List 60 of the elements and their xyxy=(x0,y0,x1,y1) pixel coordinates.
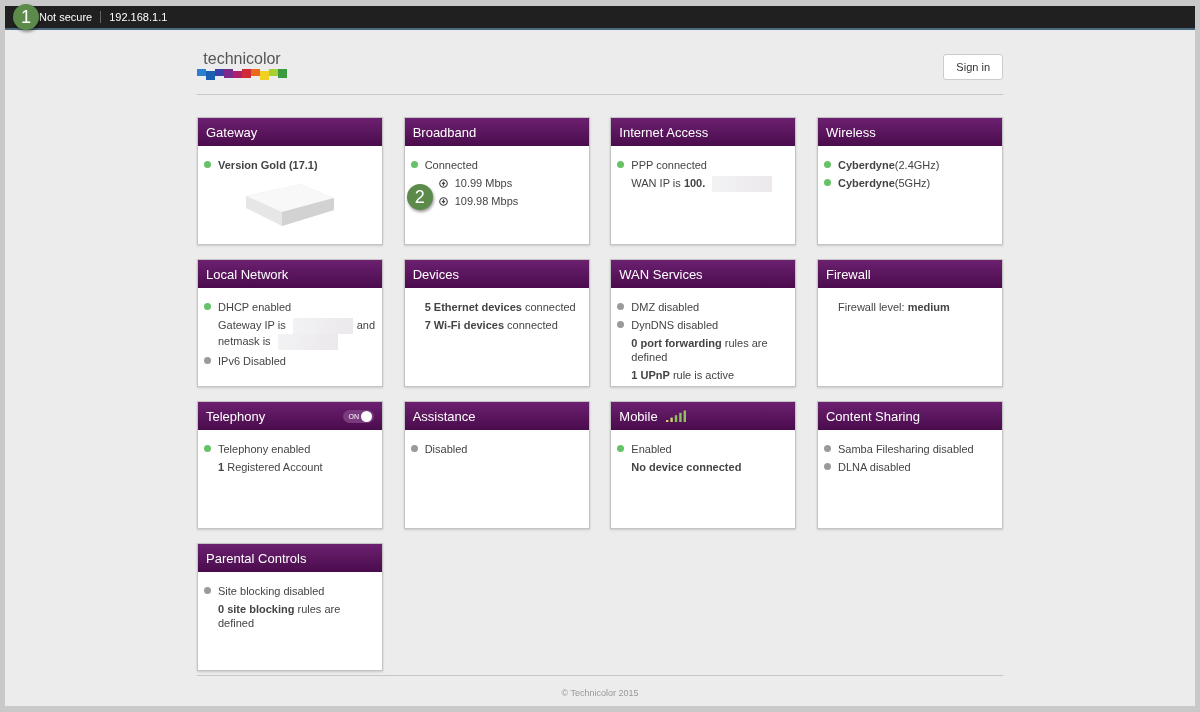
status-card[interactable]: Content Sharing Samba Filesharing disabled DLNA disabled xyxy=(816,401,1003,529)
status-card[interactable]: Assistance Disabled xyxy=(403,401,590,529)
status-card[interactable]: Internet Access PPP connected WAN IP is 100. xyxy=(610,117,797,245)
download-arrow-icon xyxy=(438,197,448,206)
status-card[interactable]: WAN Services DMZ disabled DynDNS disabled 0 port forwarding rules are defined 1 UPnP rule is active xyxy=(610,259,797,387)
status-text: IPv6 Disabled xyxy=(218,354,287,369)
card-header: Firewall xyxy=(817,260,1002,288)
info-text: 1 Registered Account xyxy=(218,460,324,474)
status-card[interactable]: Wireless Cyberdyne(2.4GHz) Cyberdyne(5GHz) xyxy=(816,117,1003,245)
status-text: Samba Filesharing disabled xyxy=(837,442,975,456)
speed-text: 109.98 Mbps xyxy=(454,194,520,208)
status-text: DynDNS disabled xyxy=(631,318,720,332)
info-text: 0 port forwarding rules are defined xyxy=(631,336,769,364)
upload-arrow-icon xyxy=(438,179,448,188)
sign-in-button[interactable]: Sign in xyxy=(943,54,1003,80)
status-text: Site blocking disabled xyxy=(218,584,326,598)
copyright-text: © Technicolor 2015 xyxy=(561,688,639,698)
status-text: Enabled xyxy=(631,442,673,456)
card-header: Local Network xyxy=(198,260,382,288)
status-text: Connected xyxy=(424,158,479,172)
card-header: Mobile xyxy=(611,402,796,430)
card-header: Devices xyxy=(404,260,589,288)
info-text: WAN IP is 100. xyxy=(631,176,790,193)
annotation-badge: 2 xyxy=(406,184,433,210)
status-card[interactable]: Devices 5 Ethernet devices connected 7 Wi-Fi devices connected xyxy=(403,259,590,387)
card-header: Parental Controls xyxy=(198,544,382,572)
info-text: No device connected xyxy=(631,460,743,474)
card-header: Assistance xyxy=(404,402,589,430)
status-card[interactable]: Parental Controls Site blocking disabled 0 site blocking rules are defined xyxy=(197,543,383,671)
info-text: 5 Ethernet devices connected xyxy=(424,300,577,314)
status-text: DHCP enabled xyxy=(218,300,293,314)
info-text: Firewall level: medium xyxy=(837,300,951,314)
info-text: Gateway IP is and netmask is xyxy=(218,318,376,351)
status-card[interactable]: Broadband Connected 2 10.99 Mbps 109.98 Mbps xyxy=(403,117,590,245)
status-card[interactable]: Firewall Firewall level: medium xyxy=(816,259,1003,387)
speed-text: 10.99 Mbps xyxy=(454,176,514,190)
brand-logo: technicolor xyxy=(197,50,287,82)
card-header: WAN Services xyxy=(611,260,796,288)
info-text: 7 Wi-Fi devices connected xyxy=(424,318,559,332)
status-text: Version Gold (17.1) xyxy=(218,158,319,172)
status-card[interactable]: Gateway Version Gold (17.1) xyxy=(197,117,383,245)
info-text: 0 site blocking rules are defined xyxy=(218,602,342,630)
card-header: Broadband xyxy=(404,118,589,146)
card-header: Content Sharing xyxy=(817,402,1002,430)
annotation-badge: 1 xyxy=(13,4,39,30)
address-text[interactable]: 192.168.1.1 xyxy=(109,11,168,23)
status-text: Disabled xyxy=(424,442,469,456)
status-text: Cyberdyne(2.4GHz) xyxy=(837,158,941,172)
status-text: Cyberdyne(5GHz) xyxy=(837,176,932,190)
status-card[interactable]: Local Network DHCP enabled Gateway IP is and netmask is IPv6 Disabled xyxy=(197,259,383,387)
status-text: PPP connected xyxy=(631,158,708,172)
card-header: Internet Access xyxy=(611,118,796,146)
status-text: DLNA disabled xyxy=(837,460,912,474)
card-header: Wireless xyxy=(817,118,1002,146)
status-text: DMZ disabled xyxy=(631,300,701,314)
info-text: 1 UPnP rule is active xyxy=(631,368,736,382)
status-card[interactable]: Mobile Enabled No device connected xyxy=(610,401,797,529)
status-text: Telephony enabled xyxy=(218,442,312,456)
security-label: Not secure xyxy=(39,11,93,23)
card-header: Gateway xyxy=(198,118,382,146)
